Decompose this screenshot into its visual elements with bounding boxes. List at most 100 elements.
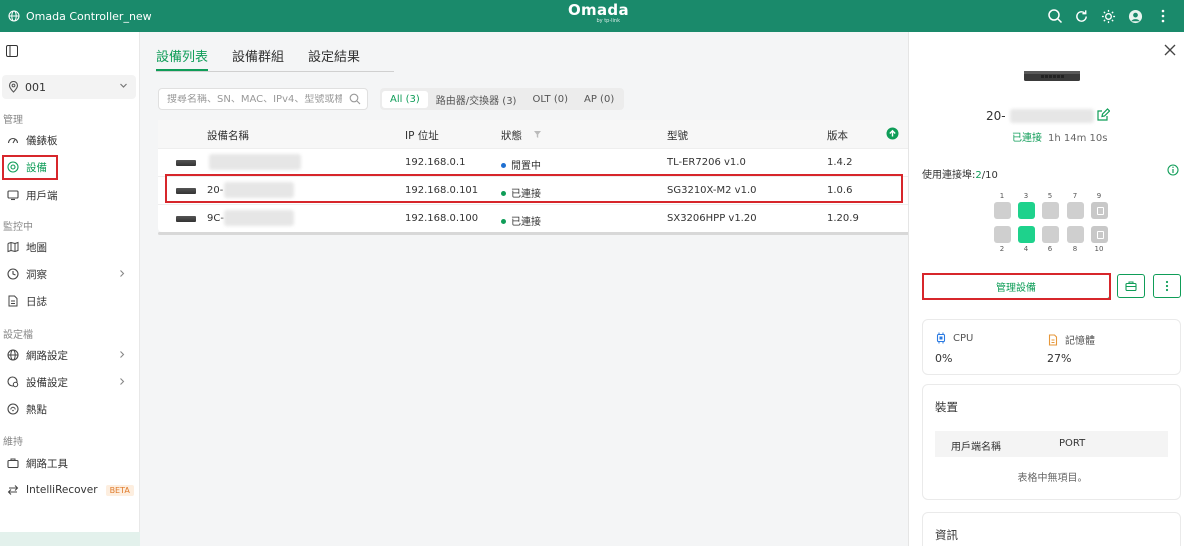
sidebar-item-intellirecover[interactable]: IntelliRecover BETA <box>2 479 136 501</box>
filter-funnel-icon[interactable] <box>533 130 542 139</box>
stats-card: CPU 0% 記憶體 27% <box>922 319 1181 375</box>
port-1[interactable] <box>994 202 1011 219</box>
port-2[interactable] <box>994 226 1011 243</box>
clients-table-header: 用戶端名稱 PORT <box>935 431 1168 457</box>
section-config: 設定檔 <box>3 330 33 341</box>
port-number: 2 <box>999 245 1005 253</box>
cpu-value: 0% <box>935 352 953 365</box>
col-device-name[interactable]: 設備名稱 <box>207 128 249 143</box>
row-model: TL-ER7206 v1.0 <box>667 157 746 168</box>
close-icon[interactable] <box>1164 44 1176 56</box>
controller-title-text: Omada Controller_new <box>26 9 152 23</box>
ports-used: 使用連接埠:2/10 <box>922 166 998 181</box>
sidebar-item-label: 網路工具 <box>26 457 68 470</box>
more-icon[interactable] <box>1149 0 1176 32</box>
row-device-name: 9C- <box>207 213 224 224</box>
more-actions-button[interactable] <box>1153 274 1181 298</box>
pie-clock-icon <box>6 267 20 281</box>
tab-config-results[interactable]: 設定結果 <box>308 46 360 71</box>
top-bar: Omada Controller_new Omada by tp-link <box>0 0 1184 32</box>
table-row[interactable]: 192.168.0.1 閒置中 TL-ER7206 v1.0 1.4.2 <box>158 148 918 176</box>
row-status-text: 閒置中 <box>511 161 541 172</box>
port-8[interactable] <box>1067 226 1084 243</box>
port-number: 4 <box>1023 245 1029 253</box>
hotspot-icon <box>6 402 20 416</box>
controller-title[interactable]: Omada Controller_new <box>8 10 152 23</box>
cpu-label: CPU <box>953 332 974 344</box>
port-7[interactable] <box>1067 202 1084 219</box>
sidebar-item-network-tools[interactable]: 網路工具 <box>2 452 136 474</box>
toolbox-icon <box>1125 281 1137 292</box>
chevron-down-icon <box>120 83 127 88</box>
filter-ap[interactable]: AP (0) <box>576 91 622 108</box>
port-5[interactable] <box>1042 202 1059 219</box>
col-version[interactable]: 版本 <box>827 128 848 143</box>
row-status-text: 已連接 <box>511 217 541 228</box>
omada-logo-text: Omada <box>568 1 629 19</box>
sidebar-item-device-settings[interactable]: 設備設定 <box>2 371 136 393</box>
sidebar-item-insight[interactable]: 洞察 <box>2 263 136 285</box>
sidebar-toggle-icon[interactable] <box>6 45 18 60</box>
switch-image <box>1024 71 1080 81</box>
sidebar-item-logs[interactable]: 日誌 <box>2 290 136 312</box>
port-number: 7 <box>1072 192 1078 200</box>
port-9-sfp[interactable] <box>1091 202 1108 219</box>
info-icon[interactable] <box>1167 164 1179 176</box>
panel-status-text: 已連接 <box>1012 133 1042 144</box>
row-version: 1.20.9 <box>827 213 859 224</box>
tab-device-groups[interactable]: 設備群組 <box>232 46 284 71</box>
col-status[interactable]: 狀態 <box>501 128 542 143</box>
port-number: 10 <box>1094 245 1104 253</box>
col-client-name: 用戶端名稱 <box>951 442 1001 453</box>
filter-all[interactable]: All (3) <box>382 90 428 108</box>
memory-icon <box>1048 333 1058 346</box>
sidebar-item-clients[interactable]: 用戶端 <box>2 184 136 206</box>
sidebar-item-map[interactable]: 地圖 <box>2 236 136 258</box>
site-selector[interactable]: 001 <box>2 75 136 99</box>
port-number: 1 <box>999 192 1005 200</box>
col-model[interactable]: 型號 <box>667 128 688 143</box>
row-ip: 192.168.0.100 <box>405 213 479 224</box>
redacted-name <box>224 210 294 226</box>
search-icon[interactable] <box>349 93 361 105</box>
sidebar-item-label: 地圖 <box>26 241 47 254</box>
search-icon[interactable] <box>1041 0 1068 32</box>
sidebar-item-label: 熱點 <box>26 403 47 416</box>
port-3[interactable] <box>1018 202 1035 219</box>
log-file-icon <box>6 294 20 308</box>
table-row[interactable]: 9C- 192.168.0.100 已連接 SX3206HPP v1.20 1.… <box>158 204 918 232</box>
theme-icon[interactable] <box>1095 0 1122 32</box>
section-manage: 管理 <box>3 115 23 126</box>
sidebar-item-label: 儀錶板 <box>26 134 58 147</box>
refresh-icon[interactable] <box>1068 0 1095 32</box>
section-maintain: 維持 <box>3 437 23 448</box>
toolbox-button[interactable] <box>1117 274 1145 298</box>
col-ip[interactable]: IP 位址 <box>405 128 439 143</box>
router-device-icon <box>176 160 196 166</box>
main-content: 設備列表 設備群組 設定結果 All (3) 路由器/交換器 (3) OLT (… <box>140 32 918 546</box>
table-scrollbar[interactable] <box>158 232 918 235</box>
memory-metric: 記憶體 <box>1047 332 1095 347</box>
port-6[interactable] <box>1042 226 1059 243</box>
edit-icon[interactable] <box>1096 108 1110 122</box>
sidebar-item-label: 網路設定 <box>26 349 68 362</box>
upgrade-arrow-icon[interactable] <box>886 127 899 140</box>
port-10-sfp[interactable] <box>1091 226 1108 243</box>
search-input[interactable] <box>167 93 342 105</box>
port-number: 3 <box>1023 192 1029 200</box>
location-pin-icon <box>8 81 19 93</box>
port-number: 5 <box>1047 192 1053 200</box>
port-number: 8 <box>1072 245 1078 253</box>
port-4[interactable] <box>1018 226 1035 243</box>
sidebar-item-hotspot[interactable]: 熱點 <box>2 398 136 420</box>
memory-value: 27% <box>1047 352 1072 365</box>
device-tabs: 設備列表 設備群組 設定結果 <box>156 46 384 71</box>
tab-device-list[interactable]: 設備列表 <box>156 46 209 71</box>
cpu-metric: CPU <box>935 332 973 344</box>
avatar[interactable] <box>1122 0 1149 32</box>
sidebar-item-network-settings[interactable]: 網路設定 <box>2 344 136 366</box>
filter-router-switch[interactable]: 路由器/交換器 (3) <box>428 89 525 110</box>
uptime: 1h 14m 10s <box>1048 133 1108 144</box>
sidebar-item-dashboard[interactable]: 儀錶板 <box>2 129 136 151</box>
filter-olt[interactable]: OLT (0) <box>524 91 576 108</box>
